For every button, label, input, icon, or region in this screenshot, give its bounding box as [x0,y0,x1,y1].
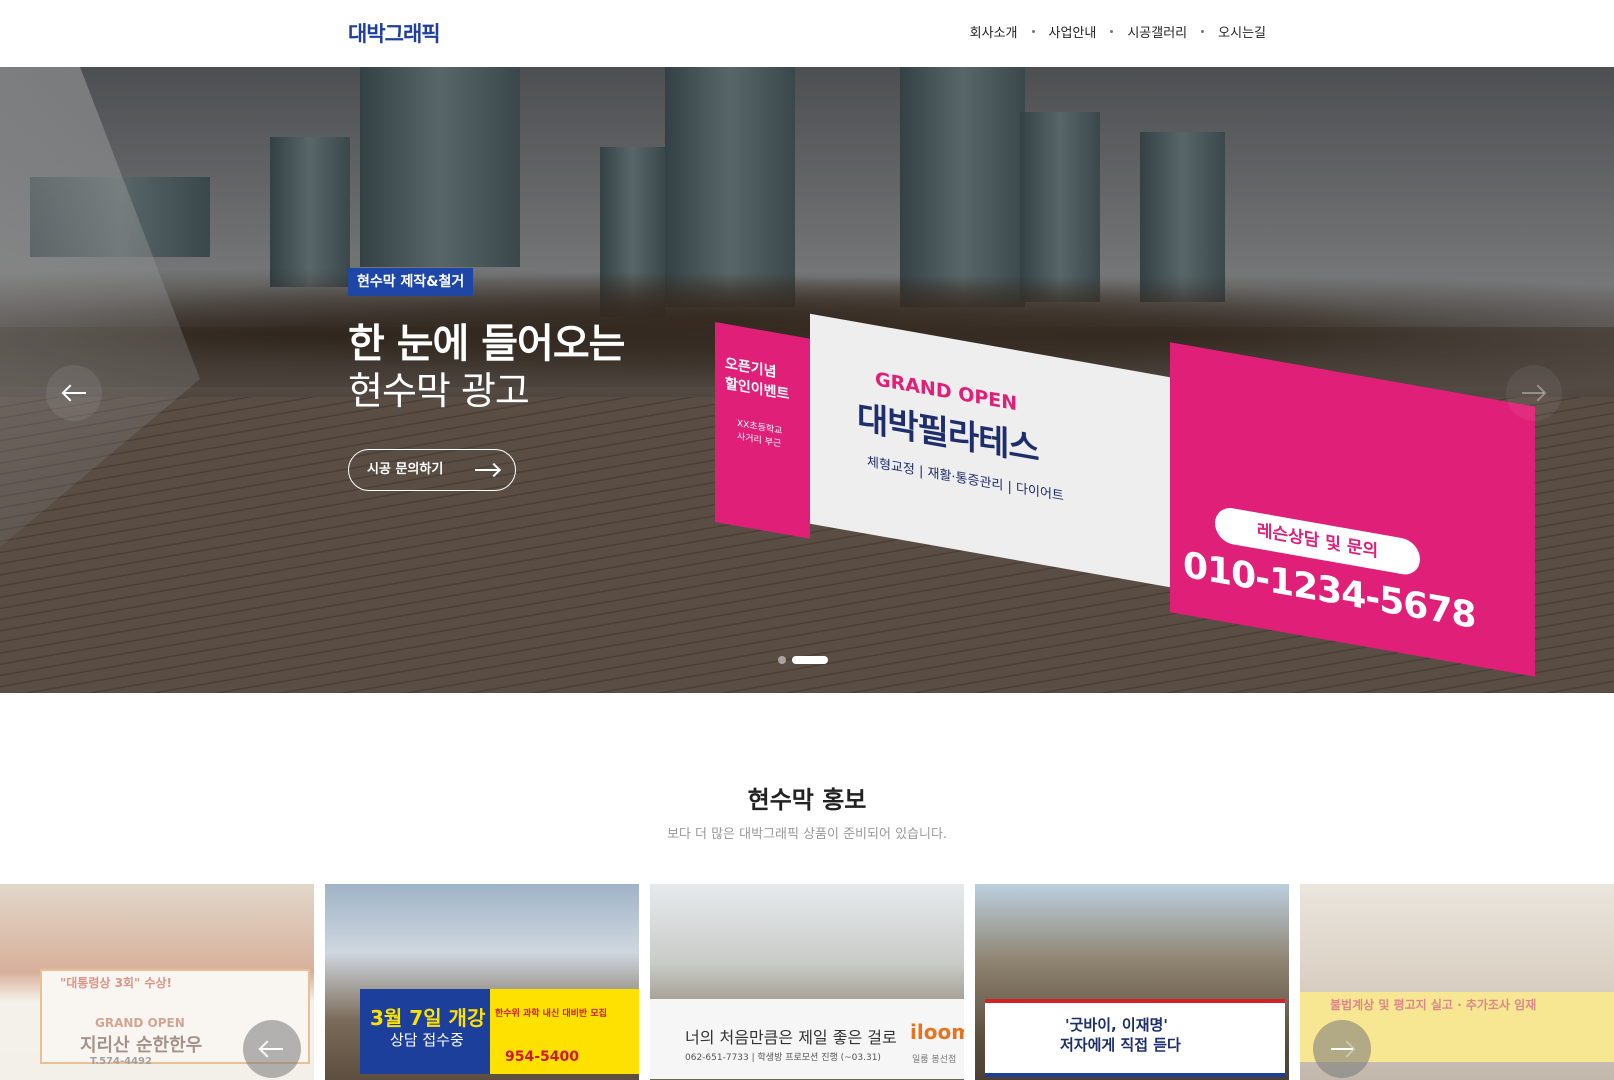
card-text: 한수위 과학 내신 대비반 모집 [495,1009,607,1019]
card-text: 불법계상 및 평고지 실고 · 추가조사 임재 [1330,998,1537,1012]
arrow-right-icon [475,469,499,471]
pagination-dot-1[interactable] [778,656,786,664]
gallery-card[interactable]: '굿바이, 이재명' 저자에게 직접 듣다 [975,884,1289,1080]
nav-item-business[interactable]: 사업안내 [1049,22,1097,41]
main-nav: 회사소개 사업안내 시공갤러리 오시는길 [970,22,1266,41]
gallery-card[interactable]: 너의 처음만큼은 제일 좋은 걸로 iloom 062-651-7733 | 학… [650,884,964,1080]
card-text: 너의 처음만큼은 제일 좋은 걸로 [685,1028,897,1047]
nav-item-gallery[interactable]: 시공갤러리 [1127,22,1187,41]
nav-separator [1110,30,1114,33]
card-text: T.574-4492 [90,1056,152,1067]
card-text: "대통령상 3회" 수상! [60,976,172,990]
hero-next-button[interactable] [1506,365,1562,421]
card-text: 일룸 봉선점 [912,1055,957,1065]
nav-separator [1201,30,1205,33]
arrow-right-icon [1331,1048,1353,1050]
site-header: 대박그래픽 회사소개 사업안내 시공갤러리 오시는길 [0,0,1614,67]
hero-subheadline: 현수막 광고 [348,369,530,413]
card-text: 954-5400 [505,1049,579,1065]
section-title: 현수막 홍보 [747,786,867,814]
card-text: 저자에게 직접 듣다 [1060,1036,1181,1054]
nav-separator [1031,30,1035,33]
inquiry-button[interactable]: 시공 문의하기 [348,449,516,491]
section-subtitle: 보다 더 많은 대박그래픽 상품이 준비되어 있습니다. [666,827,948,842]
hero-slider: 오픈기념 할인이벤트 XX초등학교 사거리 부근 GRAND OPEN 대박필라테스… [0,67,1614,693]
card-text: 지리산 순한한우 [80,1035,203,1056]
card-text: 3월 7일 개강 [370,1006,486,1030]
arrow-right-icon [1522,392,1544,394]
site-logo[interactable]: 대박그래픽 [348,18,441,48]
gallery-next-button[interactable] [1313,1020,1371,1078]
arrow-left-icon [261,1048,283,1050]
nav-item-about[interactable]: 회사소개 [970,22,1018,41]
arrow-left-icon [64,392,86,394]
card-text: 062-651-7733 | 학생방 프로모션 진행 (~03.31) [685,1053,881,1063]
nav-item-location[interactable]: 오시는길 [1218,22,1266,41]
inquiry-button-label: 시공 문의하기 [367,462,444,477]
card-text: 상담 접수중 [390,1031,464,1049]
hero-badge: 현수막 제작&철거 [348,268,474,296]
pagination-dot-2[interactable] [792,656,828,664]
gallery-prev-button[interactable] [243,1020,301,1078]
card-text: iloom [910,1020,964,1044]
card-text: GRAND OPEN [95,1016,185,1030]
gallery-card[interactable]: 3월 7일 개강 상담 접수중 한수위 과학 내신 대비반 모집 954-540… [325,884,639,1080]
card-text: '굿바이, 이재명' [1065,1016,1168,1034]
hero-pagination [778,656,834,664]
hero-prev-button[interactable] [46,365,102,421]
